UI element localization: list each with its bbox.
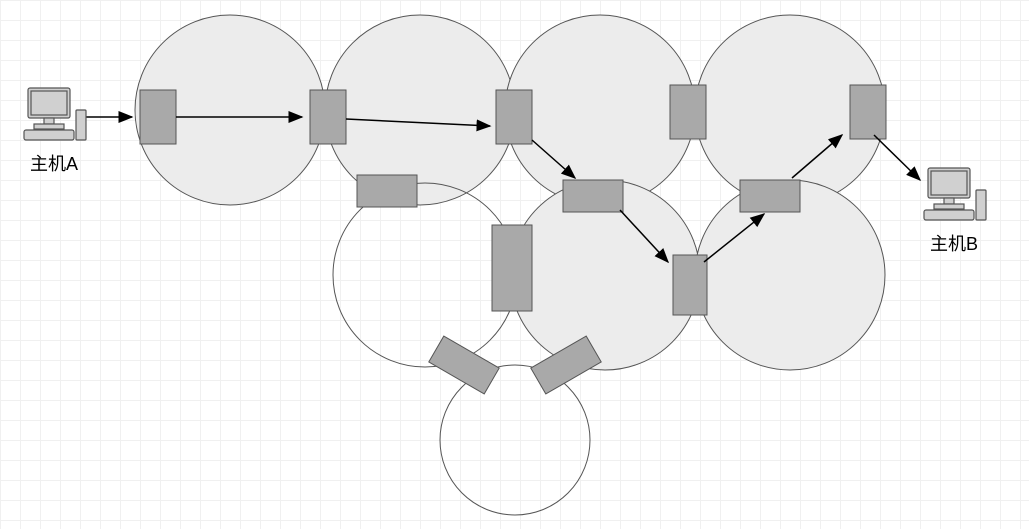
router-node xyxy=(670,85,706,139)
computer-icon xyxy=(924,168,986,220)
network-domain-circle xyxy=(505,15,695,205)
router-node xyxy=(673,255,707,315)
host-a-label: 主机A xyxy=(30,154,78,174)
router-node xyxy=(357,175,417,207)
arrow xyxy=(874,135,920,180)
router-node xyxy=(140,90,176,144)
computer-icon xyxy=(24,88,86,140)
network-domain-circle xyxy=(440,365,590,515)
host-b-label: 主机B xyxy=(930,234,978,254)
network-domain-circle xyxy=(333,183,517,367)
router-node xyxy=(310,90,346,144)
router-node xyxy=(740,180,800,212)
router-node xyxy=(850,85,886,139)
network-domain-circle xyxy=(325,15,515,205)
router-node xyxy=(492,225,532,311)
router-node xyxy=(496,90,532,144)
network-diagram: 主机A 主机B xyxy=(0,0,1029,529)
router-node xyxy=(563,180,623,212)
